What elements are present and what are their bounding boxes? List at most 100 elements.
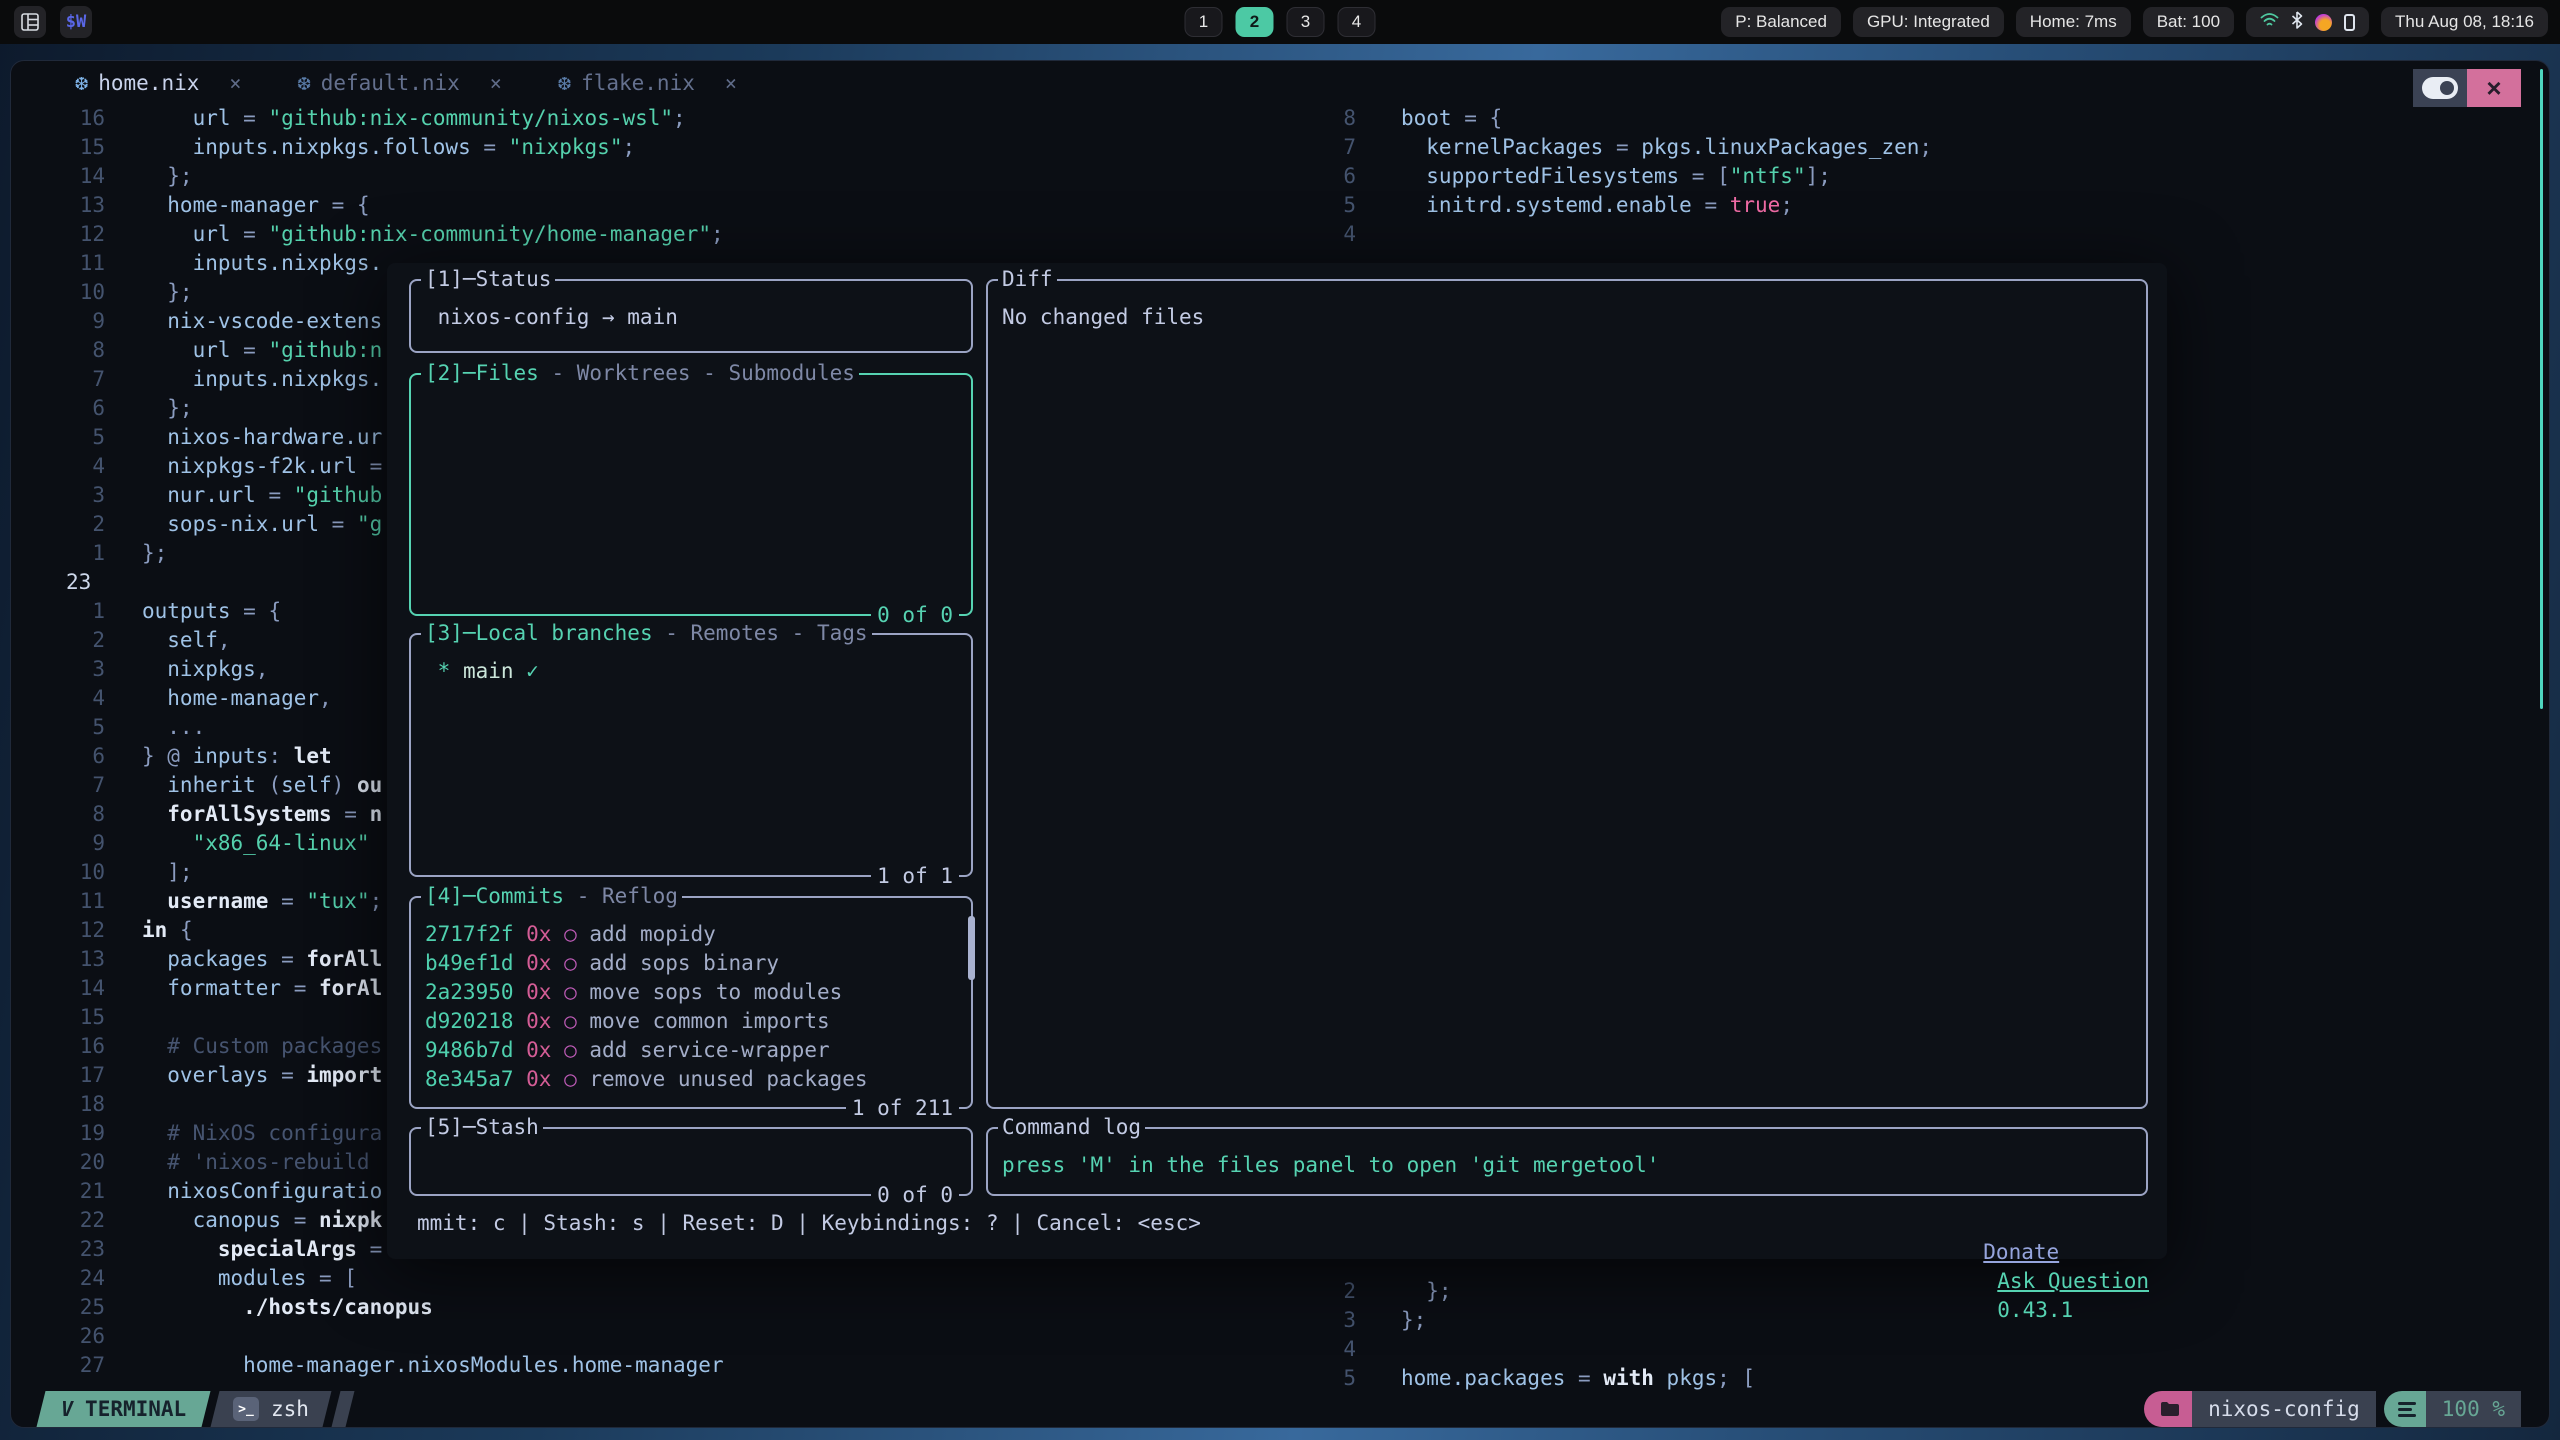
- code-line[interactable]: 27 home-manager.nixosModules.home-manage…: [11, 1351, 1311, 1380]
- line-number: 21: [11, 1177, 105, 1206]
- line-number: 5: [11, 423, 105, 452]
- clock-pill[interactable]: Thu Aug 08, 18:16: [2381, 7, 2548, 37]
- editor-scrollbar[interactable]: [2540, 69, 2543, 709]
- line-number: 20: [11, 1148, 105, 1177]
- status-panel-title: [1]─Status: [421, 265, 555, 294]
- line-number: 4: [11, 452, 105, 481]
- tab-flake-nix[interactable]: ❆ flake.nix ×: [558, 71, 737, 96]
- line-number: 12: [11, 916, 105, 945]
- lazygit-stash-panel[interactable]: [5]─Stash 0 of 0: [409, 1127, 973, 1196]
- lazygit-command-log-panel[interactable]: Command log press 'M' in the files panel…: [986, 1127, 2148, 1196]
- battery-pill[interactable]: Bat: 100: [2143, 7, 2234, 37]
- code-line[interactable]: 5 initrd.systemd.enable = true;: [1311, 191, 2550, 220]
- commit-row[interactable]: 9486b7d 0x ○ add service-wrapper: [425, 1036, 957, 1065]
- code-line[interactable]: 8boot = {: [1311, 104, 2550, 133]
- commit-row[interactable]: d920218 0x ○ move common imports: [425, 1007, 957, 1036]
- system-tray[interactable]: [2246, 7, 2369, 37]
- workspace-widget-icon[interactable]: $W: [60, 6, 92, 38]
- line-number: 15: [11, 1003, 105, 1032]
- commit-row[interactable]: 2a23950 0x ○ move sops to modules: [425, 978, 957, 1007]
- line-number: 8: [11, 336, 105, 365]
- lines-icon: [2398, 1402, 2416, 1417]
- lazygit-status-panel[interactable]: [1]─Status nixos-config → main: [409, 279, 973, 353]
- line-number: 8: [1311, 104, 1356, 133]
- latency-pill[interactable]: Home: 7ms: [2016, 7, 2131, 37]
- code-line[interactable]: 14 };: [11, 162, 1311, 191]
- mode-segment[interactable]: V TERMINAL: [37, 1391, 211, 1427]
- code-line[interactable]: 26: [11, 1322, 1311, 1351]
- status-bar-left: V TERMINAL >_ zsh: [41, 1391, 350, 1427]
- stash-panel-count: 0 of 0: [871, 1181, 959, 1210]
- lazygit-version: 0.43.1: [1997, 1298, 2073, 1322]
- editor-pane-right[interactable]: 8boot = {7 kernelPackages = pkgs.linuxPa…: [1311, 104, 2550, 249]
- line-number: 4: [11, 684, 105, 713]
- code-line[interactable]: 5home.packages = with pkgs; [: [1311, 1364, 2550, 1393]
- bluetooth-icon[interactable]: [2291, 11, 2303, 34]
- commit-row[interactable]: b49ef1d 0x ○ add sops binary: [425, 949, 957, 978]
- line-number: 9: [11, 307, 105, 336]
- line-number: 9: [11, 829, 105, 858]
- commits-list: 2717f2f 0x ○ add mopidyb49ef1d 0x ○ add …: [411, 898, 971, 1094]
- tab-default-nix[interactable]: ❆ default.nix ×: [297, 71, 501, 96]
- tab-label: home.nix: [98, 71, 199, 95]
- line-number: 23: [11, 1235, 105, 1264]
- line-number: 25: [11, 1293, 105, 1322]
- tab-close-icon[interactable]: ×: [490, 71, 502, 95]
- network-icon[interactable]: [2260, 12, 2279, 33]
- diff-panel-content: No changed files: [988, 281, 2146, 332]
- shell-segment[interactable]: >_ zsh: [211, 1391, 332, 1427]
- line-number: 22: [11, 1206, 105, 1235]
- commit-row[interactable]: 2717f2f 0x ○ add mopidy: [425, 920, 957, 949]
- code-line[interactable]: 15 inputs.nixpkgs.follows = "nixpkgs";: [11, 133, 1311, 162]
- code-line[interactable]: 7 kernelPackages = pkgs.linuxPackages_ze…: [1311, 133, 2550, 162]
- workspace-button-3[interactable]: 3: [1287, 7, 1325, 37]
- command-log-title: Command log: [998, 1113, 1145, 1142]
- line-number: 24: [11, 1264, 105, 1293]
- apps-grid-icon[interactable]: [14, 6, 46, 38]
- terminal-window: ❆ home.nix × ❆ default.nix × ❆ flake.nix…: [10, 60, 2550, 1428]
- scroll-icon-segment: [2384, 1391, 2426, 1427]
- power-profile-pill[interactable]: P: Balanced: [1721, 7, 1841, 37]
- lazygit-files-panel[interactable]: [2]─Files - Worktrees - Submodules 0 of …: [409, 373, 973, 616]
- workspace-button-4[interactable]: 4: [1338, 7, 1376, 37]
- code-line[interactable]: 6 supportedFilesystems = ["ntfs"];: [1311, 162, 2550, 191]
- line-number: 10: [11, 278, 105, 307]
- toggle-button[interactable]: [2413, 69, 2467, 107]
- gpu-pill[interactable]: GPU: Integrated: [1853, 7, 2004, 37]
- scroll-percent-segment: 100 %: [2426, 1391, 2521, 1427]
- commit-row[interactable]: 8e345a7 0x ○ remove unused packages: [425, 1065, 957, 1094]
- line-number: 26: [11, 1322, 105, 1351]
- code-line[interactable]: 13 home-manager = {: [11, 191, 1311, 220]
- code-line[interactable]: 24 modules = [: [11, 1264, 1311, 1293]
- workspace-switcher: 1 2 3 4: [1185, 7, 1376, 37]
- media-icon[interactable]: [2315, 14, 2332, 31]
- tab-label: default.nix: [321, 71, 460, 95]
- tab-close-icon[interactable]: ×: [229, 71, 241, 95]
- line-number: 2: [1311, 1277, 1356, 1306]
- lazygit-commits-panel[interactable]: [4]─Commits - Reflog 2717f2f 0x ○ add mo…: [409, 896, 973, 1109]
- nix-snowflake-icon: ❆: [297, 71, 310, 96]
- code-line[interactable]: 12 url = "github:nix-community/home-mana…: [11, 220, 1311, 249]
- code-line[interactable]: 4: [1311, 220, 2550, 249]
- nix-snowflake-icon: ❆: [558, 71, 571, 96]
- code-line[interactable]: 25 ./hosts/canopus: [11, 1293, 1311, 1322]
- workspace-button-2-active[interactable]: 2: [1236, 7, 1274, 37]
- lazygit-diff-panel[interactable]: Diff No changed files: [986, 279, 2148, 1109]
- folder-icon: [2160, 1401, 2180, 1417]
- commits-scrollbar-thumb[interactable]: [968, 916, 975, 980]
- ask-question-link[interactable]: Ask Question: [1997, 1269, 2149, 1293]
- code-line[interactable]: 16 url = "github:nix-community/nixos-wsl…: [11, 104, 1311, 133]
- workspace-button-1[interactable]: 1: [1185, 7, 1223, 37]
- lazygit-branches-panel[interactable]: [3]─Local branches - Remotes - Tags * ma…: [409, 633, 973, 877]
- commits-panel-title: [4]─Commits - Reflog: [421, 882, 682, 911]
- lazygit-footer-links: Donate Ask Question 0.43.1: [1907, 1209, 2149, 1354]
- vim-mode-icon: V: [61, 1397, 73, 1421]
- top-bar: $W 1 2 3 4 P: Balanced GPU: Integrated H…: [0, 0, 2560, 44]
- donate-link[interactable]: Donate: [1983, 1240, 2059, 1264]
- tab-home-nix[interactable]: ❆ home.nix ×: [75, 71, 241, 96]
- battery-label: Bat: 100: [2157, 12, 2220, 32]
- phone-icon[interactable]: [2344, 14, 2355, 31]
- tab-close-icon[interactable]: ×: [725, 71, 737, 95]
- repo-name-segment[interactable]: nixos-config: [2192, 1391, 2376, 1427]
- window-close-button[interactable]: ×: [2467, 69, 2521, 107]
